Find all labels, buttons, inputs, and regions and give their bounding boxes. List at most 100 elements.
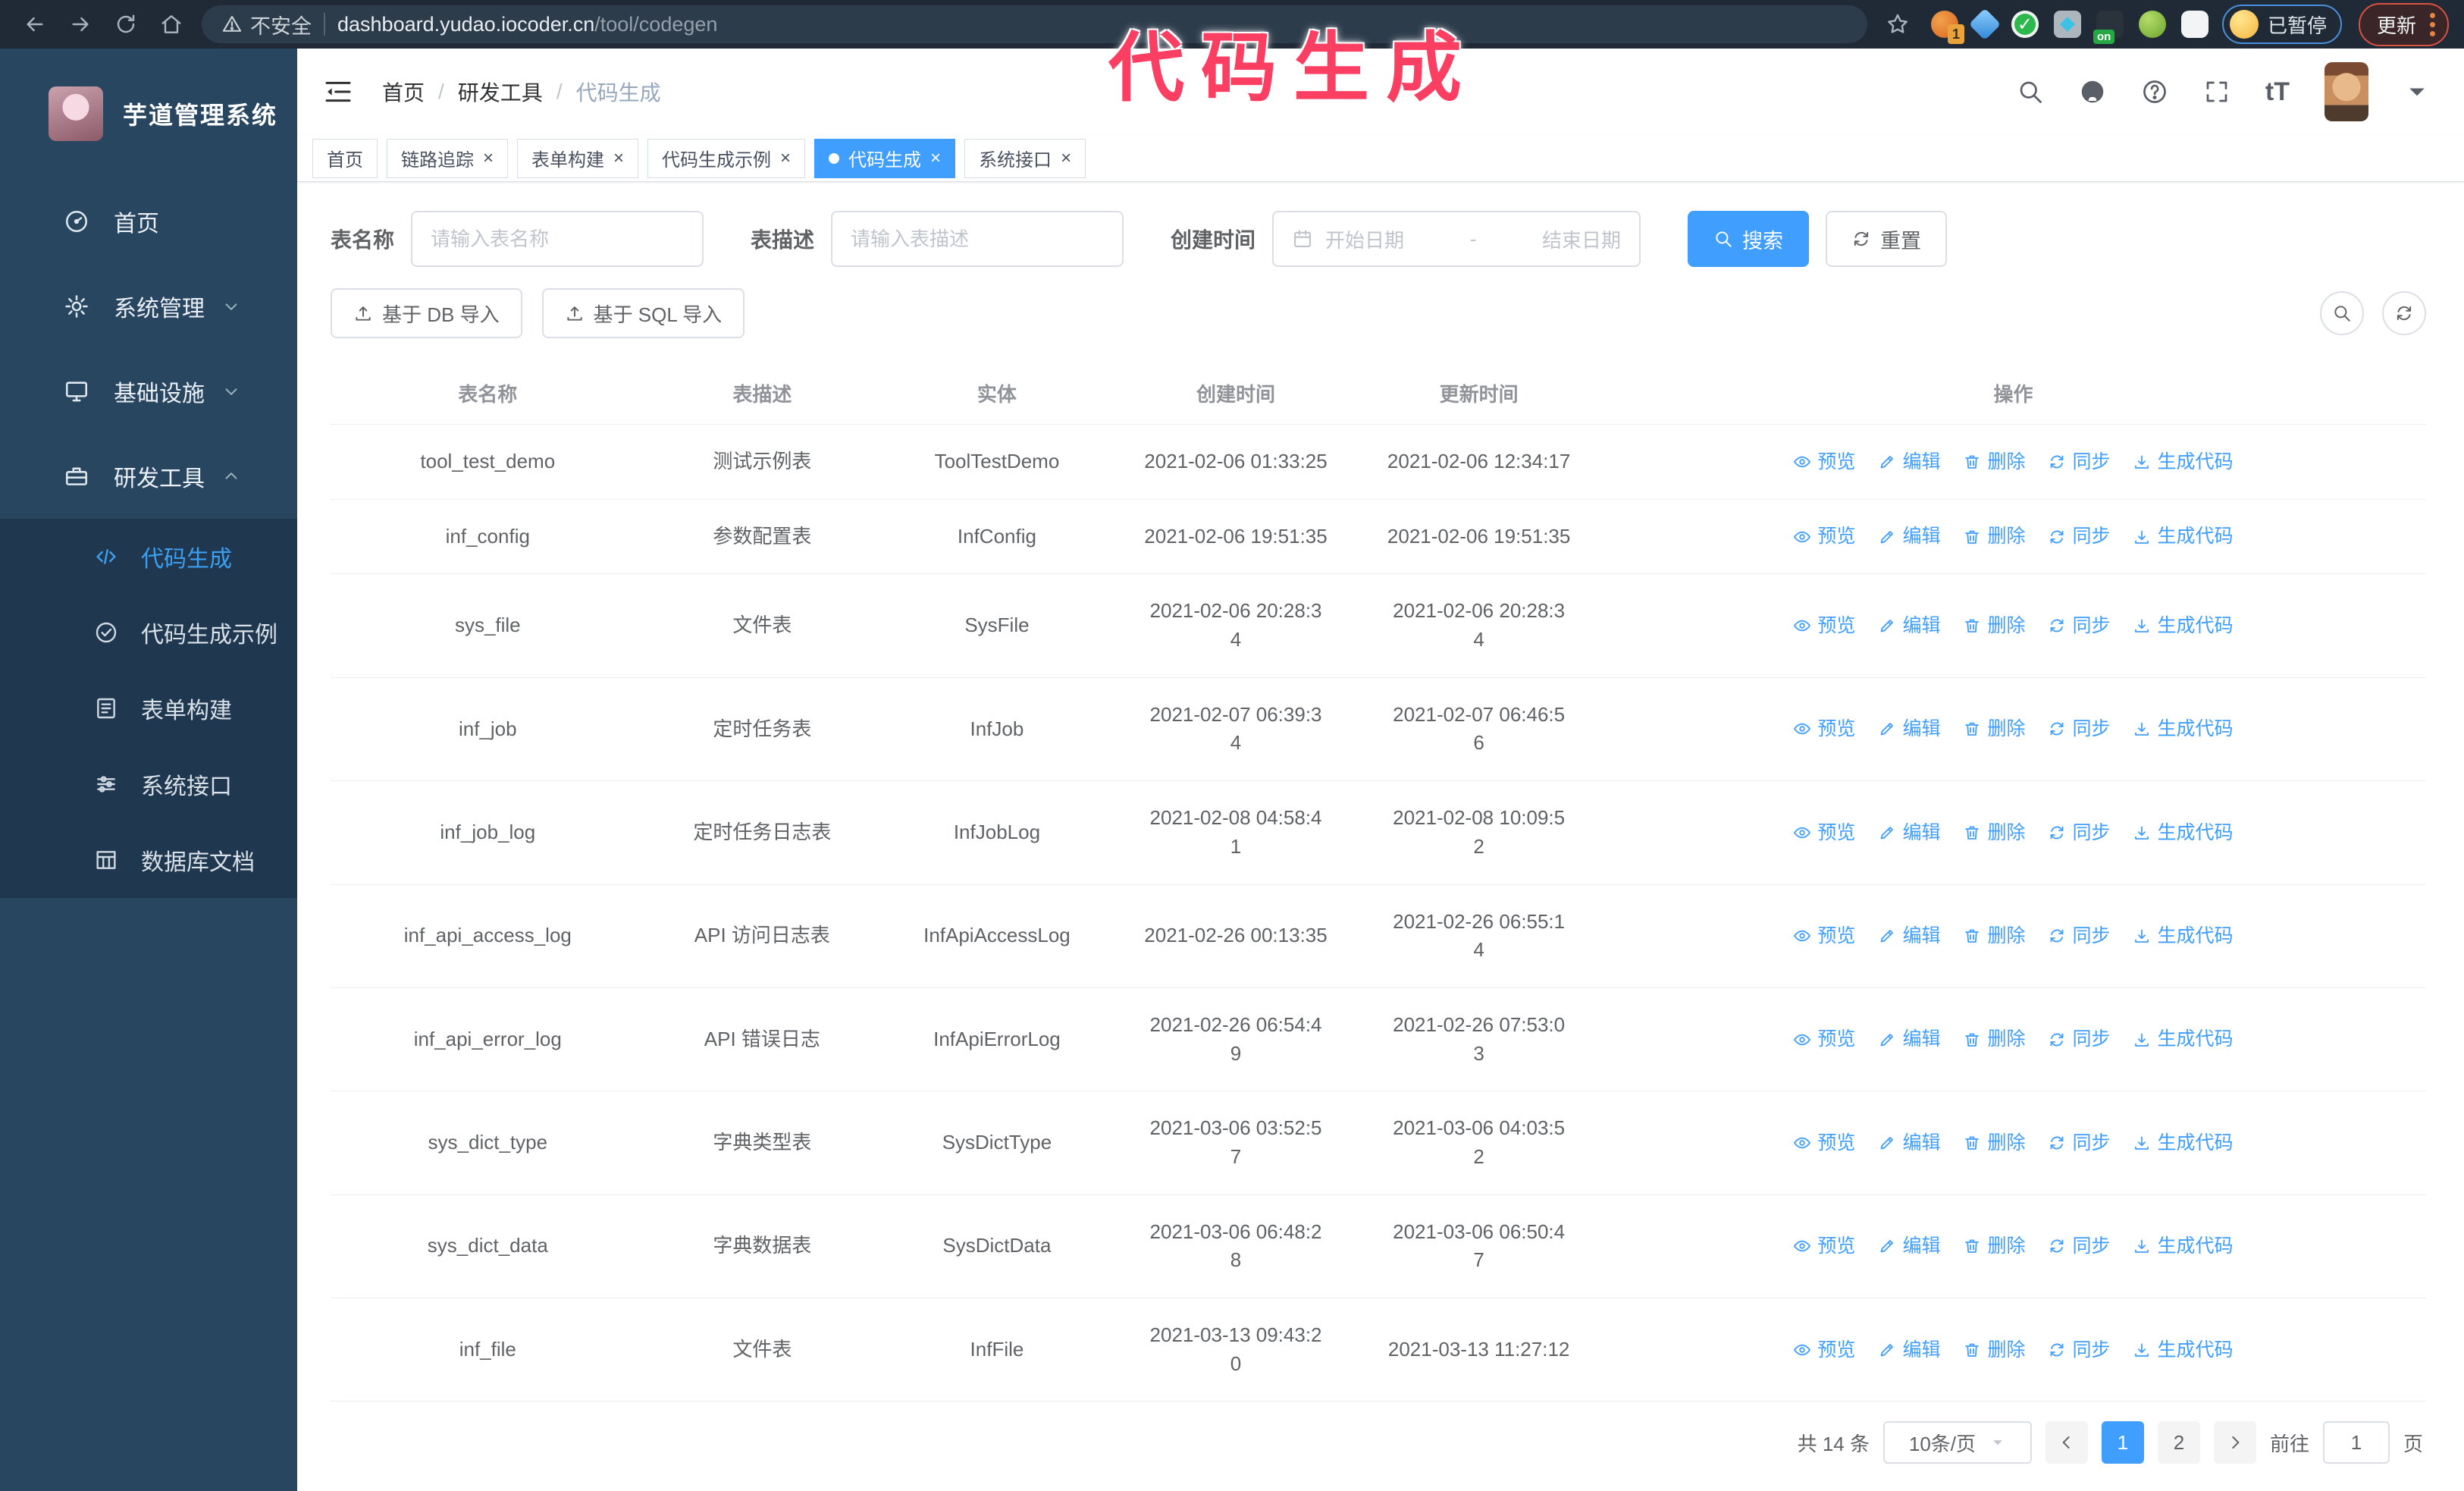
logo[interactable]: 芋道管理系统 [0, 49, 297, 179]
action-sync[interactable]: 同步 [2048, 1129, 2110, 1157]
back-icon[interactable] [15, 5, 55, 44]
action-delete[interactable]: 删除 [1963, 448, 2025, 476]
action-edit[interactable]: 编辑 [1878, 448, 1940, 476]
reload-icon[interactable] [106, 5, 146, 44]
action-edit[interactable]: 编辑 [1878, 1232, 1940, 1260]
close-icon[interactable]: × [483, 149, 494, 168]
action-sync[interactable]: 同步 [2048, 1232, 2110, 1260]
reset-button[interactable]: 重置 [1826, 211, 1948, 267]
extension-check-icon[interactable]: ✓ [2011, 11, 2039, 38]
action-generate[interactable]: 生成代码 [2133, 448, 2234, 476]
action-edit[interactable]: 编辑 [1878, 1025, 1940, 1053]
action-sync[interactable]: 同步 [2048, 922, 2110, 950]
extension-grid-icon[interactable] [2053, 11, 2081, 38]
close-icon[interactable]: × [930, 149, 941, 168]
sidebar-subitem-2[interactable]: 代码生成示例 [0, 595, 297, 670]
action-sync[interactable]: 同步 [2048, 715, 2110, 742]
search-button[interactable]: 搜索 [1688, 211, 1810, 267]
action-delete[interactable]: 删除 [1963, 819, 2025, 846]
action-edit[interactable]: 编辑 [1878, 1129, 1940, 1157]
action-sync[interactable]: 同步 [2048, 1336, 2110, 1364]
table-desc-input[interactable] [851, 227, 1105, 251]
action-edit[interactable]: 编辑 [1878, 1336, 1940, 1364]
page-size-select[interactable]: 10条/页 [1882, 1421, 2032, 1464]
date-range-picker[interactable]: 开始日期 - 结束日期 [1272, 211, 1641, 267]
tab-1[interactable]: 首页 [312, 138, 378, 178]
action-sync[interactable]: 同步 [2048, 819, 2110, 846]
forward-icon[interactable] [61, 5, 100, 44]
extension-gem-icon[interactable] [1968, 8, 2002, 41]
close-icon[interactable]: × [1061, 149, 1071, 168]
tab-3[interactable]: 表单构建 × [517, 138, 639, 178]
search-icon[interactable] [2017, 78, 2044, 105]
sidebar-subitem-5[interactable]: 数据库文档 [0, 822, 297, 898]
import-db-button[interactable]: 基于 DB 导入 [331, 288, 522, 338]
chevron-down-icon[interactable] [2403, 78, 2431, 105]
extensions-puzzle-icon[interactable] [2180, 11, 2209, 38]
action-sync[interactable]: 同步 [2048, 523, 2110, 550]
extension-switch-icon[interactable]: on [2093, 11, 2124, 44]
extension-orange-icon[interactable]: 1 [1930, 11, 1964, 44]
action-generate[interactable]: 生成代码 [2133, 1129, 2234, 1157]
home-icon[interactable] [152, 5, 191, 44]
sidebar-subitem-3[interactable]: 表单构建 [0, 670, 297, 746]
action-delete[interactable]: 删除 [1963, 1336, 2025, 1364]
action-delete[interactable]: 删除 [1963, 1129, 2025, 1157]
action-edit[interactable]: 编辑 [1878, 523, 1940, 550]
tab-6[interactable]: 系统接口 × [964, 138, 1086, 178]
page-button-1[interactable]: 1 [2101, 1421, 2144, 1464]
address-bar[interactable]: 不安全 dashboard.yudao.iocoder.cn/tool/code… [202, 5, 1867, 43]
sidebar-item-2[interactable]: 系统管理 [0, 264, 297, 349]
action-generate[interactable]: 生成代码 [2133, 1232, 2234, 1260]
sidebar-toggle-icon[interactable] [323, 77, 353, 107]
action-generate[interactable]: 生成代码 [2133, 612, 2234, 639]
action-generate[interactable]: 生成代码 [2133, 819, 2234, 846]
sidebar-item-3[interactable]: 基础设施 [0, 349, 297, 434]
action-eye[interactable]: 预览 [1793, 819, 1855, 846]
update-button[interactable]: 更新 [2358, 2, 2449, 46]
action-generate[interactable]: 生成代码 [2133, 715, 2234, 742]
action-sync[interactable]: 同步 [2048, 448, 2110, 476]
sidebar-subitem-1[interactable]: 代码生成 [0, 519, 297, 595]
next-page-button[interactable] [2213, 1421, 2256, 1464]
import-sql-button[interactable]: 基于 SQL 导入 [541, 288, 745, 338]
font-size-icon[interactable]: tT [2265, 77, 2290, 107]
action-eye[interactable]: 预览 [1793, 612, 1855, 639]
action-generate[interactable]: 生成代码 [2133, 523, 2234, 550]
close-icon[interactable]: × [780, 149, 791, 168]
action-eye[interactable]: 预览 [1793, 1025, 1855, 1053]
action-edit[interactable]: 编辑 [1878, 819, 1940, 846]
action-generate[interactable]: 生成代码 [2133, 1025, 2234, 1053]
goto-page-input[interactable] [2322, 1421, 2390, 1464]
github-icon[interactable] [2079, 78, 2106, 105]
breadcrumb-item[interactable]: 首页 [382, 77, 425, 107]
action-eye[interactable]: 预览 [1793, 1129, 1855, 1157]
tab-2[interactable]: 链路追踪 × [387, 138, 509, 178]
action-generate[interactable]: 生成代码 [2133, 922, 2234, 950]
paused-badge[interactable]: 已暂停 [2221, 5, 2342, 44]
page-button-2[interactable]: 2 [2157, 1421, 2200, 1464]
extension-key-icon[interactable] [2138, 11, 2166, 38]
tab-4[interactable]: 代码生成示例 × [647, 138, 806, 178]
fullscreen-icon[interactable] [2203, 78, 2230, 105]
action-delete[interactable]: 删除 [1963, 1025, 2025, 1053]
action-edit[interactable]: 编辑 [1878, 612, 1940, 639]
refresh-table-button[interactable] [2382, 291, 2426, 335]
sidebar-item-4[interactable]: 研发工具 [0, 434, 297, 519]
action-eye[interactable]: 预览 [1793, 1232, 1855, 1260]
browser-menu-icon[interactable] [2430, 12, 2435, 36]
close-icon[interactable]: × [613, 149, 624, 168]
action-eye[interactable]: 预览 [1793, 922, 1855, 950]
tab-5[interactable]: 代码生成 × [814, 138, 956, 178]
breadcrumb-item[interactable]: 研发工具 [458, 77, 543, 107]
security-warning[interactable]: 不安全 [221, 10, 312, 39]
action-delete[interactable]: 删除 [1963, 612, 2025, 639]
help-icon[interactable] [2141, 78, 2168, 105]
action-eye[interactable]: 预览 [1793, 448, 1855, 476]
avatar[interactable] [2324, 62, 2368, 121]
table-name-input[interactable] [431, 227, 685, 251]
sidebar-subitem-4[interactable]: 系统接口 [0, 746, 297, 822]
action-eye[interactable]: 预览 [1793, 1336, 1855, 1364]
action-edit[interactable]: 编辑 [1878, 715, 1940, 742]
action-delete[interactable]: 删除 [1963, 922, 2025, 950]
